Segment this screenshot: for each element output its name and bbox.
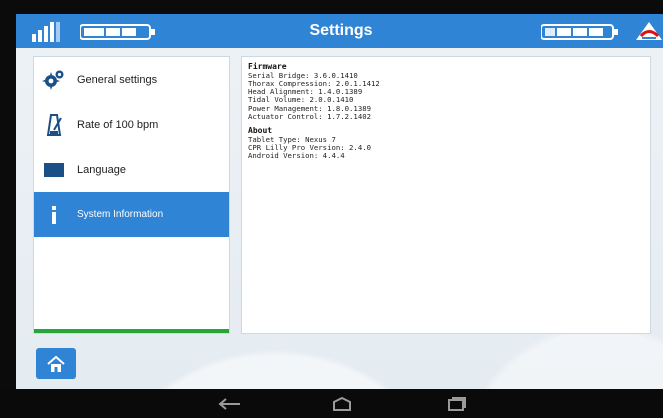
menu-item-label: General settings [77,73,158,86]
top-bar: Settings [16,14,663,48]
gear-icon [41,67,67,93]
brand-logo-icon [636,22,662,40]
back-button[interactable] [216,395,244,413]
menu-item-label: System Information [77,209,164,220]
battery-icon [541,24,618,40]
flag-icon [41,157,67,183]
firmware-line: Actuator Control: 1.7.2.1402 [248,111,372,121]
menu-item-general-settings[interactable]: General settings [34,57,229,102]
about-line: Android Version: 4.4.4 [248,151,345,161]
home-button[interactable] [36,348,76,379]
recent-apps-button[interactable] [442,395,470,413]
menu-item-system-information[interactable]: System Information [34,192,229,237]
home-icon [333,396,351,411]
menu-progress-bar [34,329,229,333]
info-icon [41,202,67,228]
home-nav-button[interactable] [328,395,356,413]
menu-item-rate[interactable]: Rate of 100 bpm [34,102,229,147]
system-information-panel: Firmware Serial Bridge: 3.6.0.1410 Thora… [241,56,651,334]
settings-menu: General settings Rate of 100 bpm Languag… [33,56,230,334]
menu-item-label: Language [77,163,126,176]
metronome-icon [41,112,67,138]
menu-item-label: Rate of 100 bpm [77,118,159,131]
menu-item-language[interactable]: Language [34,147,229,192]
recent-apps-icon [448,397,466,411]
android-navigation-bar [0,389,663,418]
home-icon [47,355,65,372]
back-icon [218,398,240,410]
